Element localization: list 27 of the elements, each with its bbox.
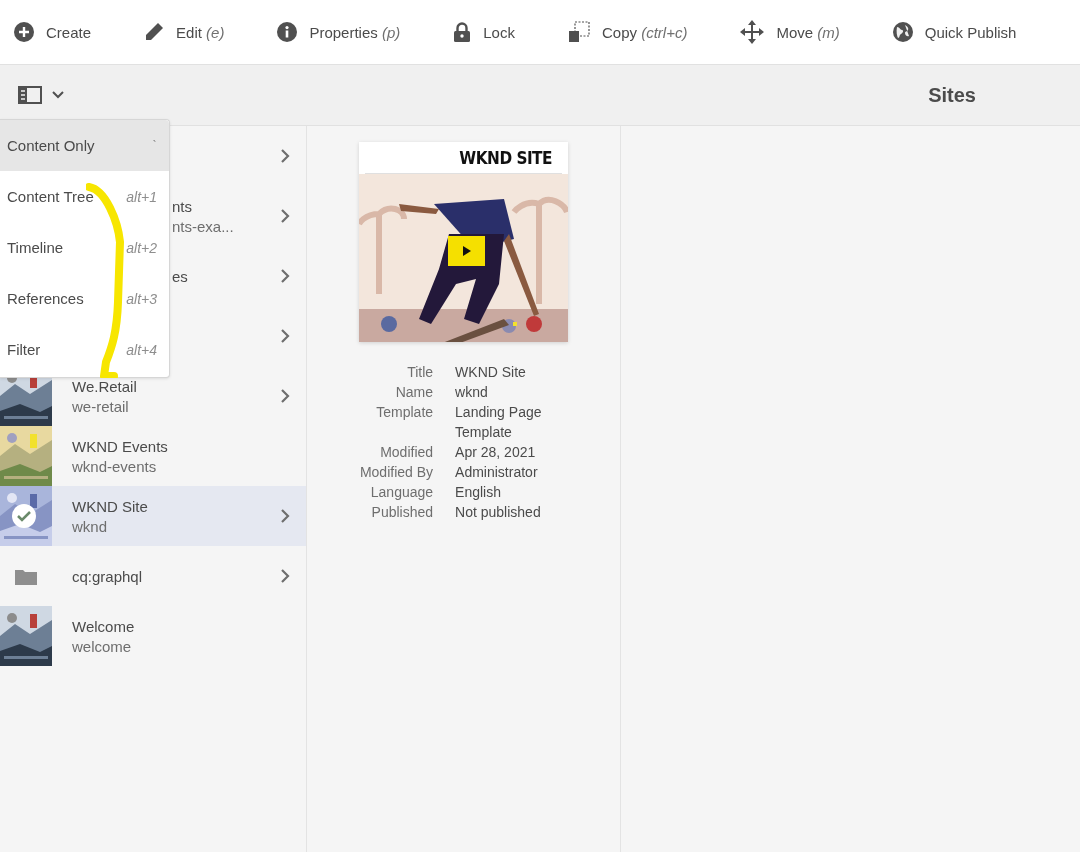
row-subtitle: welcome	[72, 637, 133, 655]
property-label: Template	[375, 403, 434, 422]
row-title: Welcome	[72, 617, 136, 635]
page-title: Sites	[928, 83, 976, 107]
row-title: We.Retail	[72, 377, 138, 395]
property-label: Published	[370, 503, 434, 522]
property-value: Administrator	[455, 463, 539, 482]
row-subtitle: nts-exa...	[172, 217, 235, 235]
property-label: Language	[369, 483, 434, 502]
property-value: Apr 28, 2021	[455, 443, 537, 462]
row-subtitle: wknd-events	[72, 457, 158, 475]
property-value: Landing Page Template	[455, 403, 543, 442]
property-label: Modified By	[359, 463, 434, 482]
row-subtitle: wknd	[72, 517, 109, 535]
property-value: Not published	[455, 503, 542, 522]
row-title: es	[172, 267, 189, 285]
row-title: cq:graphql	[72, 567, 144, 585]
row-subtitle: we-retail	[72, 397, 130, 415]
property-value: wknd	[455, 383, 489, 402]
property-label: Title	[406, 363, 434, 382]
property-value: WKND Site	[455, 363, 527, 382]
row-title: WKND Events	[72, 437, 169, 455]
property-label: Name	[394, 383, 434, 402]
row-title: nts	[172, 197, 193, 215]
property-label: Modified	[379, 443, 434, 462]
row-title: WKND Site	[72, 497, 149, 515]
property-value: English	[455, 483, 502, 502]
